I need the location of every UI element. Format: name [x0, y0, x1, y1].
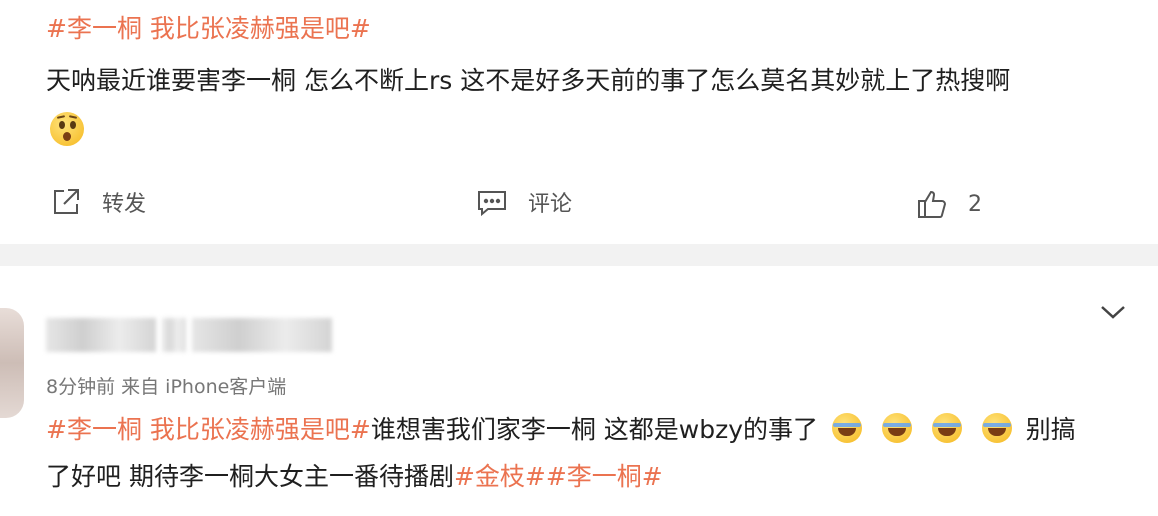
post-actions: 转发 评论 2: [0, 182, 1158, 222]
tag-link[interactable]: #李一桐#: [546, 462, 663, 491]
post-text: 天呐最近谁要害李一桐 怎么不断上rs 这不是好多天前的事了怎么莫名其妙就上了热搜…: [46, 66, 1011, 95]
laughing-emoji-icon: [881, 413, 912, 443]
laughing-emoji-icon: [981, 413, 1012, 443]
laughing-emoji-icon: [931, 413, 962, 443]
tag-link[interactable]: #金枝#: [454, 462, 546, 491]
blurred-username-part: [162, 318, 186, 352]
post-card-1: #李一桐 我比张凌赫强是吧# 天呐最近谁要害李一桐 怎么不断上rs 这不是好多天…: [0, 0, 1158, 244]
thumbs-up-icon: [918, 190, 947, 218]
topic-link[interactable]: #李一桐 我比张凌赫强是吧#: [46, 415, 371, 444]
section-divider: [0, 244, 1158, 266]
repost-label: 转发: [102, 192, 147, 217]
post-text-continued: 别搞: [1025, 415, 1076, 444]
surprised-emoji-icon: [50, 112, 84, 146]
post-topic-line: #李一桐 我比张凌赫强是吧#: [46, 12, 371, 46]
like-button[interactable]: 2: [916, 188, 982, 220]
avatar[interactable]: [0, 308, 24, 418]
post-text-line-1: #李一桐 我比张凌赫强是吧#谁想害我们家李一桐 这都是wbzy的事了 别搞: [46, 412, 1076, 448]
post-text: 了好吧 期待李一桐大女主一番待播剧: [46, 462, 454, 491]
repost-button[interactable]: 转发: [50, 186, 146, 218]
post-text: 谁想害我们家李一桐 这都是wbzy的事了: [370, 415, 819, 444]
chevron-down-icon[interactable]: [1098, 302, 1128, 322]
comment-icon: [478, 191, 506, 217]
post-meta: 8分钟前 来自 iPhone客户端: [46, 376, 287, 398]
topic-link[interactable]: #李一桐 我比张凌赫强是吧#: [46, 14, 371, 43]
post-text-line-2: 了好吧 期待李一桐大女主一番待播剧#金枝##李一桐#: [46, 459, 663, 495]
like-count: 2: [968, 191, 982, 217]
laughing-emoji-icon: [831, 413, 862, 443]
comment-button[interactable]: 评论: [476, 186, 572, 218]
share-icon: [54, 189, 79, 214]
post-card-2: 8分钟前 来自 iPhone客户端 #李一桐 我比张凌赫强是吧#谁想害我们家李一…: [0, 266, 1158, 516]
blurred-username[interactable]: [46, 318, 156, 352]
blurred-username-part: [192, 318, 332, 352]
comment-label: 评论: [528, 192, 573, 217]
